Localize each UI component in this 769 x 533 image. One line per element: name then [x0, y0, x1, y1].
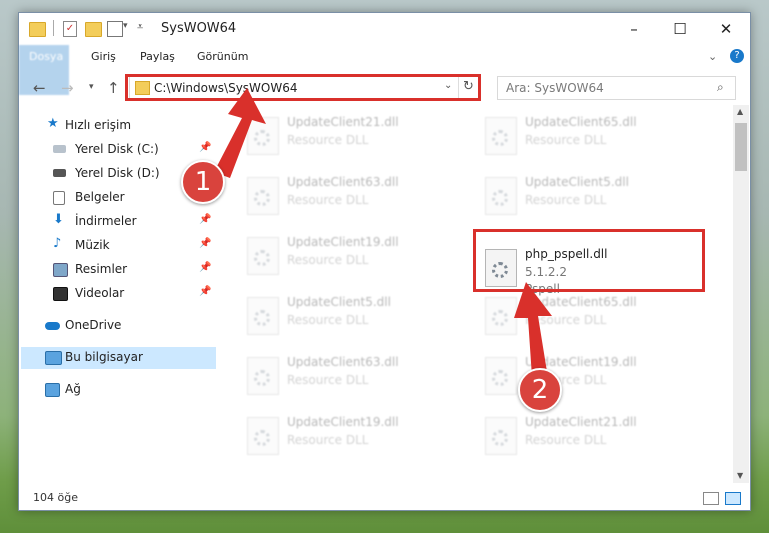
annotation-arrows — [214, 88, 552, 378]
arrow-up-icon — [514, 282, 552, 378]
step-badge-1: 1 — [181, 160, 225, 204]
step-badge-2: 2 — [518, 368, 562, 412]
arrow-up-icon — [214, 88, 266, 178]
